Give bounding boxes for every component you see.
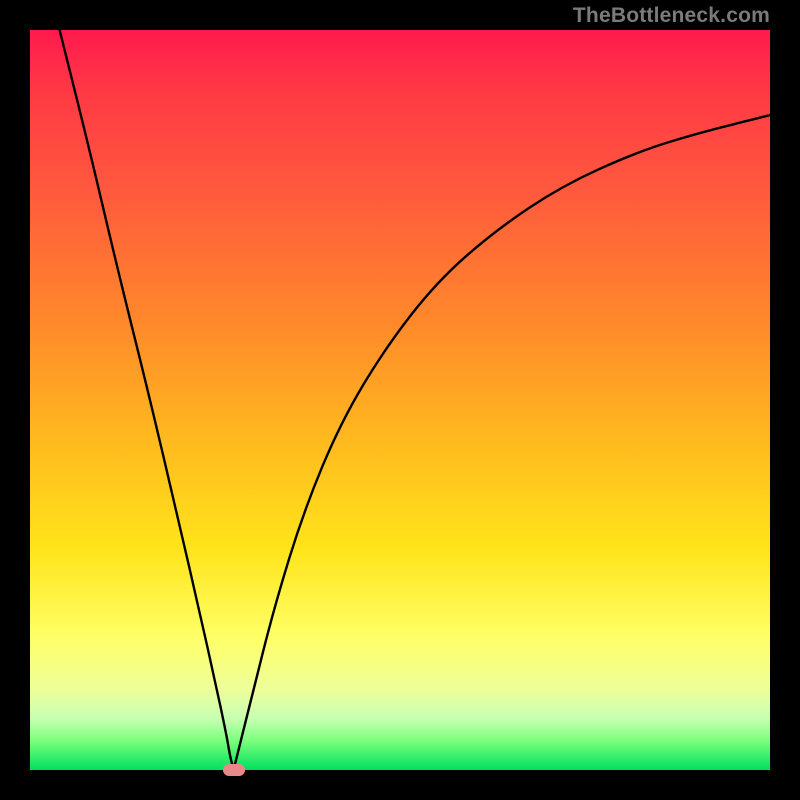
watermark-text: TheBottleneck.com (573, 4, 770, 28)
chart-frame: TheBottleneck.com (0, 0, 800, 800)
bottleneck-curve-path (60, 30, 770, 766)
optimal-marker (223, 764, 245, 776)
curve-svg (30, 30, 770, 770)
plot-area (30, 30, 770, 770)
